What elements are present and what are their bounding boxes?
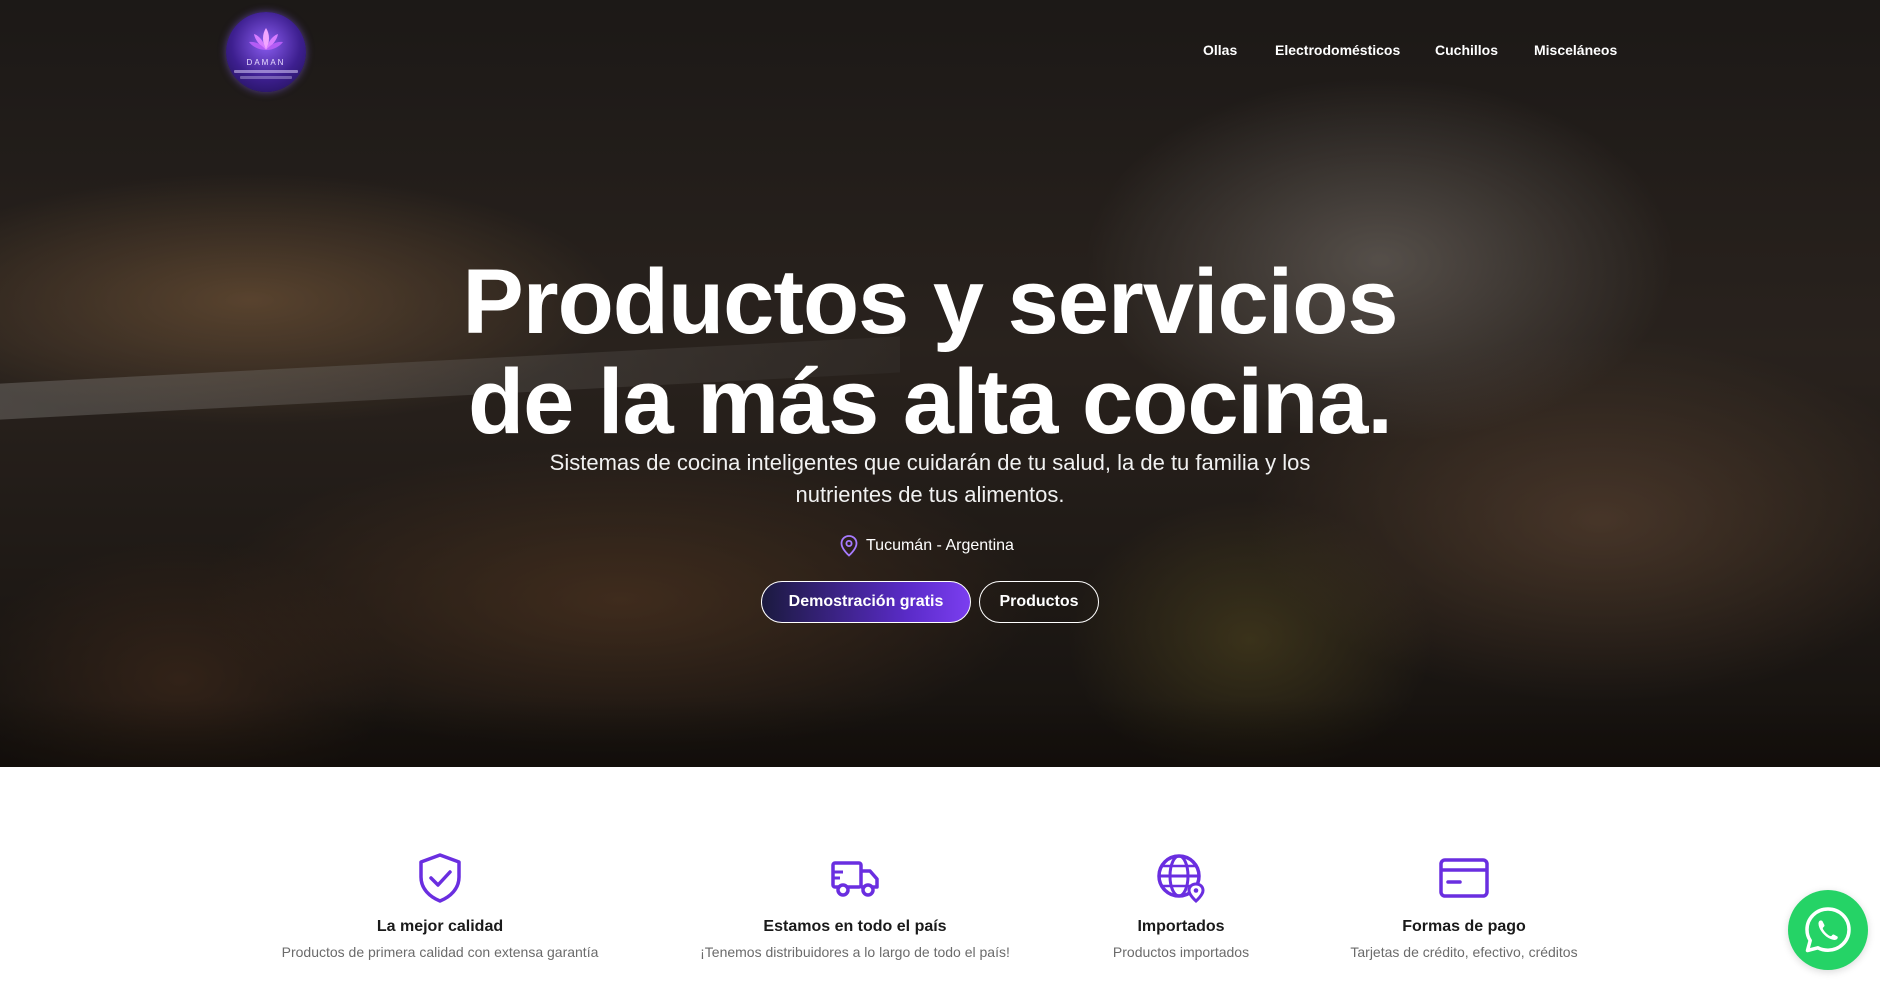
feature-title: Estamos en todo el país bbox=[763, 918, 947, 935]
brand-logo[interactable]: DAMAN bbox=[226, 12, 306, 92]
location-text: Tucumán - Argentina bbox=[866, 537, 1014, 554]
logo-tagline-bar bbox=[234, 70, 298, 73]
credit-card-icon bbox=[1439, 858, 1489, 898]
feature-description: ¡Tenemos distribuidores a lo largo de to… bbox=[700, 944, 1010, 960]
nav-item-electrodomesticos[interactable]: Electrodomésticos bbox=[1275, 42, 1400, 58]
map-pin-icon bbox=[840, 535, 858, 557]
hero-subtext-line-1: Sistemas de cocina inteligentes que cuid… bbox=[549, 450, 1311, 475]
hero-headline-line-1: Productos y servicios bbox=[462, 251, 1398, 353]
feature-title: La mejor calidad bbox=[376, 918, 504, 935]
globe-location-icon bbox=[1157, 854, 1205, 903]
hero-headline-line-2: de la más alta cocina. bbox=[467, 351, 1393, 453]
feature-nationwide: Estamos en todo el país ¡Tenemos distrib… bbox=[675, 850, 1035, 964]
nav-item-miscelaneos[interactable]: Misceláneos bbox=[1534, 42, 1617, 58]
nav-item-ollas[interactable]: Ollas bbox=[1203, 42, 1237, 58]
free-demo-button[interactable]: Demostración gratis bbox=[761, 581, 971, 623]
hero-section: DAMAN Ollas Electrodomésticos Cuchillos … bbox=[0, 0, 1880, 767]
nav-item-cuchillos[interactable]: Cuchillos bbox=[1435, 42, 1498, 58]
truck-icon bbox=[831, 861, 879, 897]
feature-title: Formas de pago bbox=[1402, 918, 1526, 935]
hero-subtext-line-2: nutrientes de tus alimentos. bbox=[795, 482, 1065, 507]
products-button[interactable]: Productos bbox=[979, 581, 1099, 623]
hero-location: Tucumán - Argentina bbox=[840, 534, 1014, 558]
whatsapp-button[interactable] bbox=[1788, 890, 1868, 970]
logo-tagline-bar-2 bbox=[240, 76, 292, 79]
feature-description: Tarjetas de crédito, efectivo, créditos bbox=[1350, 944, 1578, 960]
hero-subtext: Sistemas de cocina inteligentes que cuid… bbox=[500, 447, 1360, 511]
logo-wordmark: DAMAN bbox=[246, 58, 286, 67]
feature-quality: La mejor calidad Productos de primera ca… bbox=[260, 850, 620, 964]
feature-description: Productos de primera calidad con extensa… bbox=[281, 944, 599, 960]
whatsapp-icon bbox=[1805, 907, 1851, 953]
hero-headline: Productos y servicios de la más alta coc… bbox=[0, 252, 1860, 452]
lotus-icon bbox=[249, 28, 283, 50]
feature-payment: Formas de pago Tarjetas de crédito, efec… bbox=[1284, 850, 1644, 964]
shield-check-icon bbox=[419, 853, 461, 903]
